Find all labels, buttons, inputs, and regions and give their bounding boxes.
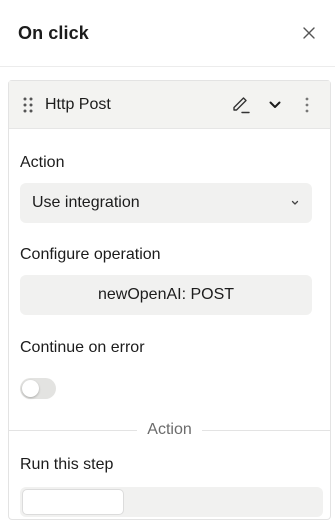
continue-on-error-label: Continue on error	[20, 339, 145, 356]
configure-operation-value: newOpenAI: POST	[97, 286, 235, 303]
edit-icon	[233, 96, 250, 113]
close-button[interactable]	[299, 23, 319, 43]
header-divider	[0, 66, 335, 67]
toggle-knob	[22, 380, 39, 397]
page-title: On click	[18, 22, 89, 43]
configure-operation-label: Configure operation	[20, 246, 161, 263]
drag-handle-icon[interactable]	[21, 96, 35, 114]
continue-on-error-toggle[interactable]	[20, 378, 56, 399]
configure-operation-button[interactable]: newOpenAI: POST	[20, 275, 312, 315]
panel-header: On click	[0, 0, 335, 66]
more-vertical-icon	[305, 97, 309, 112]
step-header[interactable]: Http Post	[9, 81, 330, 129]
chevron-down-icon	[269, 101, 281, 108]
divider-line	[9, 429, 138, 431]
step-title: Http Post	[45, 95, 111, 113]
action-select[interactable]: Use integration	[20, 183, 312, 223]
edit-button[interactable]	[228, 92, 254, 118]
action-label: Action	[20, 154, 65, 171]
section-divider-label: Action	[147, 421, 192, 438]
collapse-button[interactable]	[262, 92, 288, 118]
action-select-value: Use integration	[32, 194, 140, 211]
divider-line	[201, 429, 330, 431]
close-icon	[303, 27, 315, 39]
step-panel: Http Post Action Use integration Configu…	[8, 80, 331, 520]
section-divider: Action	[9, 420, 330, 440]
chevron-down-icon	[291, 200, 299, 205]
run-step-segmented-control	[20, 487, 323, 517]
run-step-option-selected[interactable]	[22, 489, 124, 515]
run-this-step-label: Run this step	[20, 456, 114, 473]
more-options-button[interactable]	[294, 92, 320, 118]
